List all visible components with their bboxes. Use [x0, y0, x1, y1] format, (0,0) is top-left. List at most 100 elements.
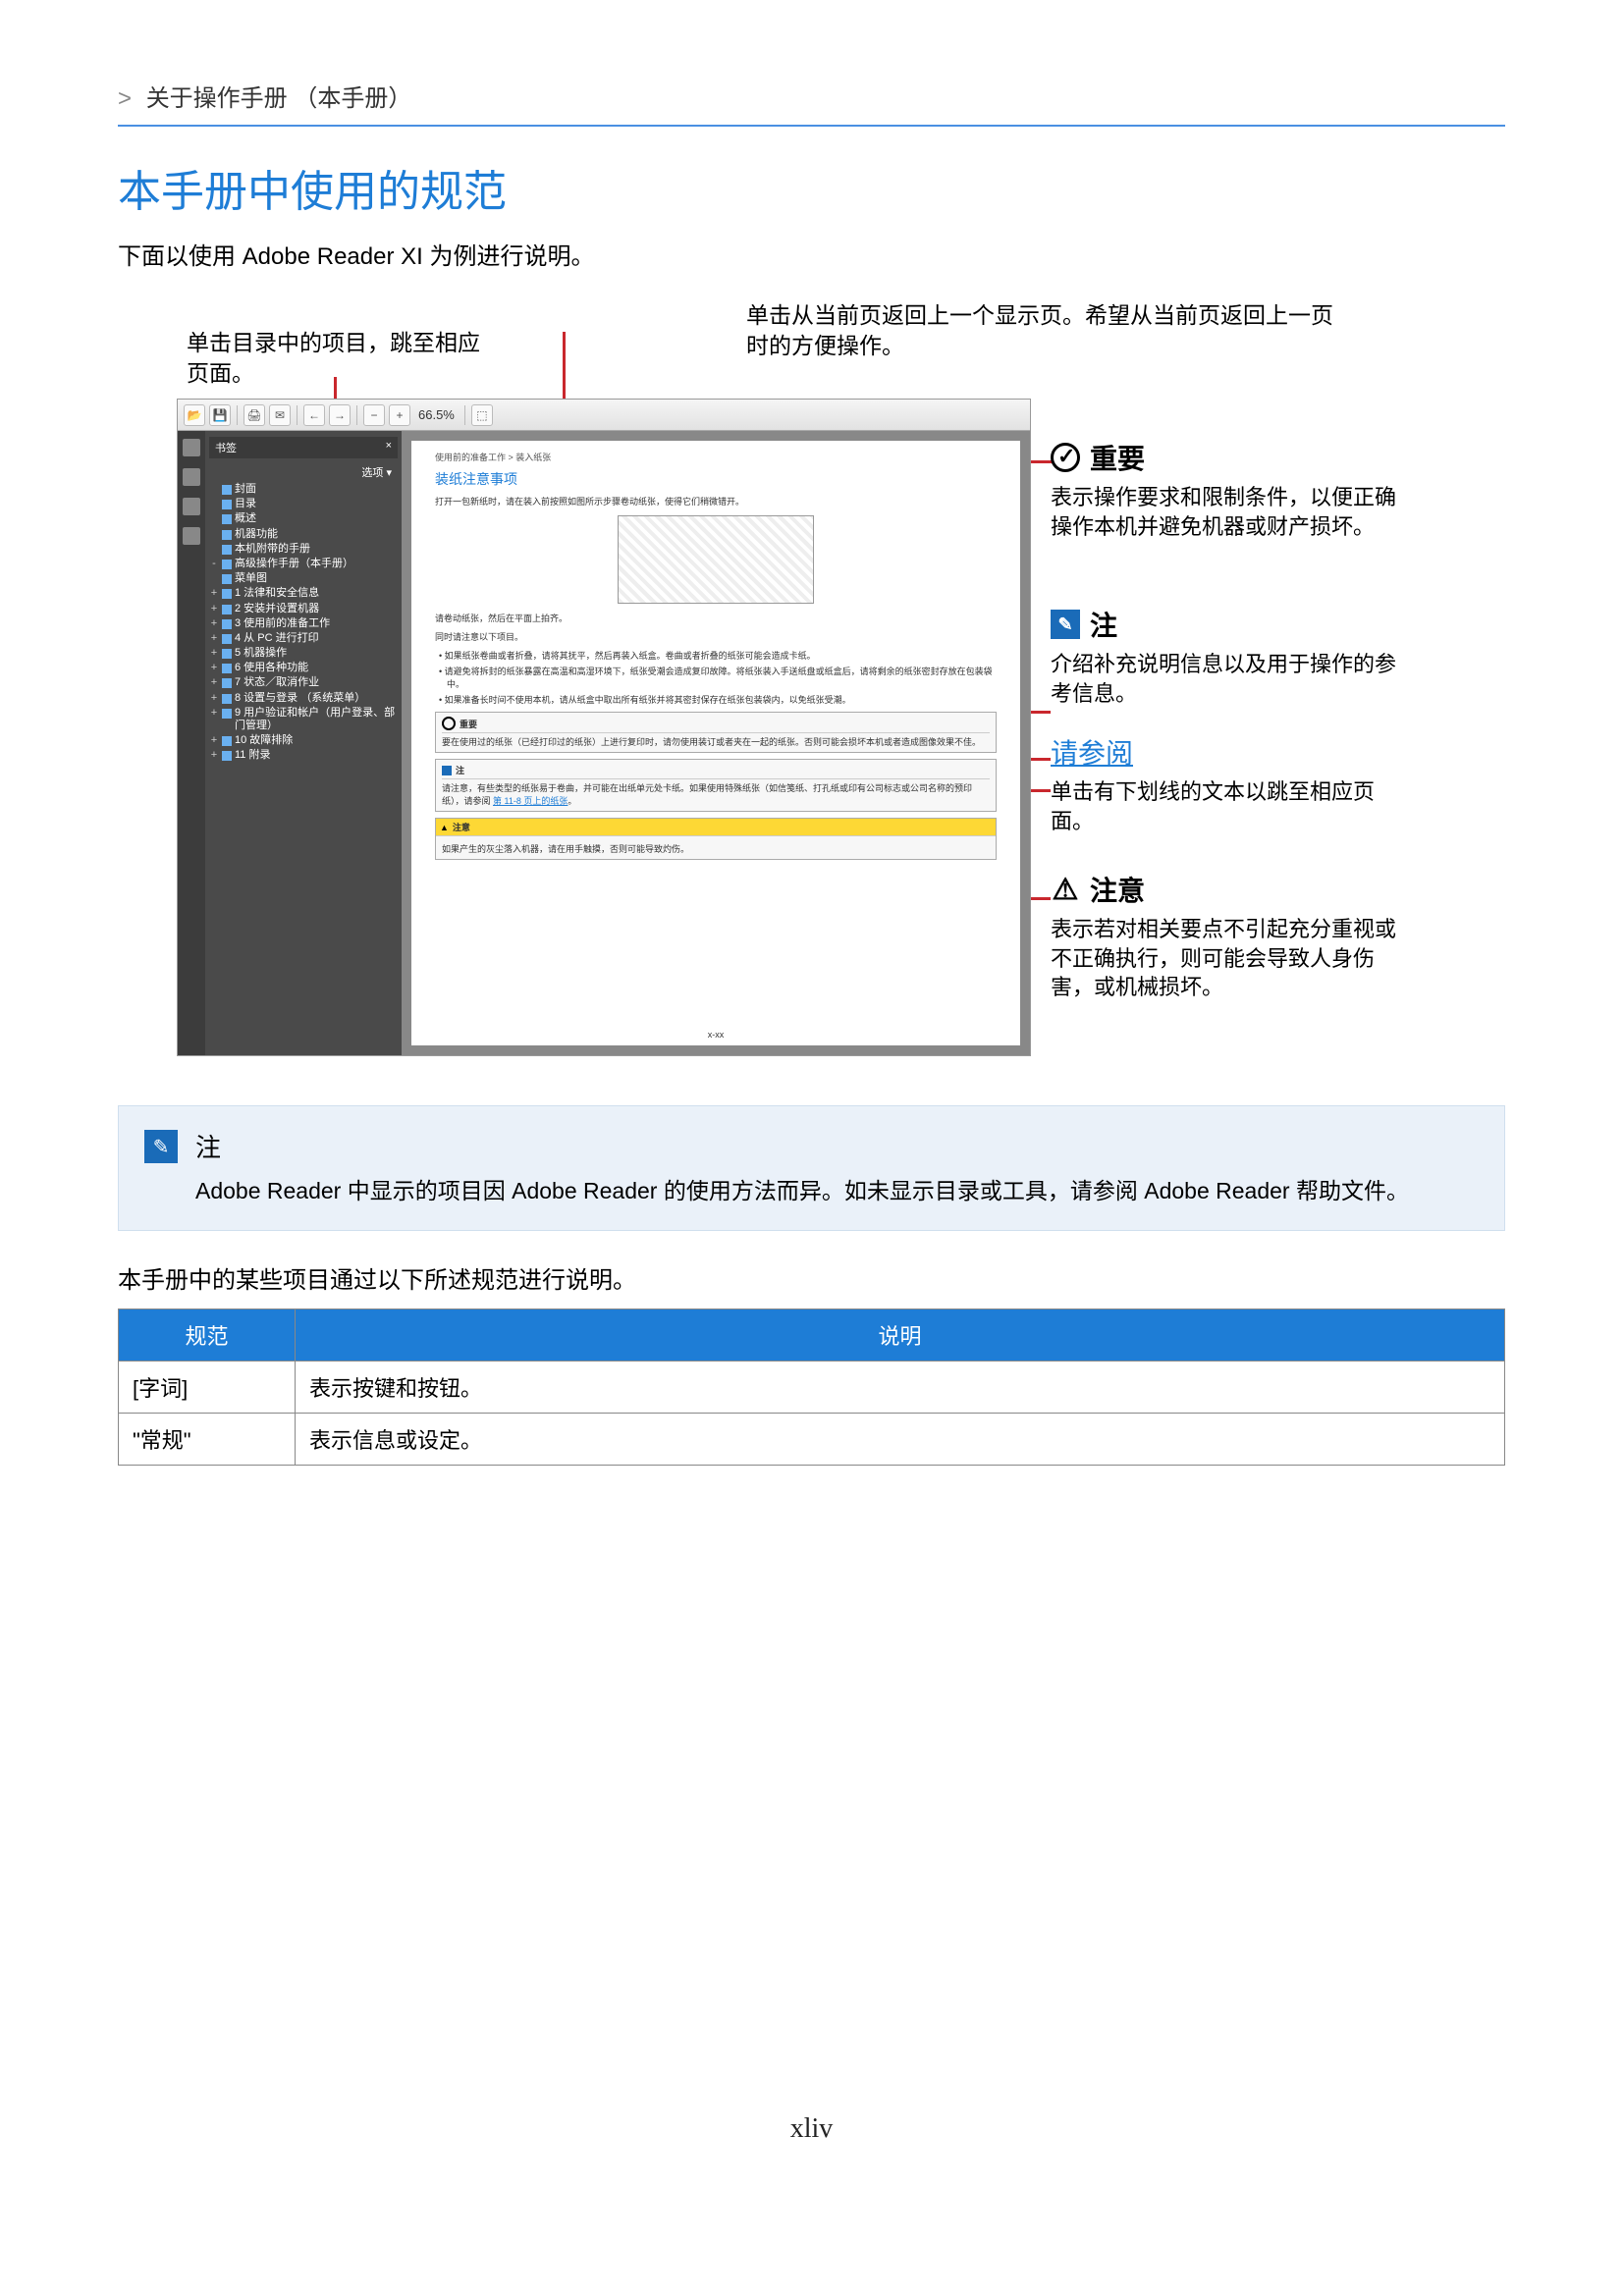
bookmark-item[interactable]: 概述	[209, 511, 398, 526]
table-header-description: 说明	[296, 1308, 1505, 1361]
doc-important-hdr: 重要	[442, 717, 990, 733]
doc-bullet: • 如果准备长时间不使用本机，请从纸盒中取出所有纸张并将其密封保存在纸张包装袋内…	[447, 693, 997, 706]
intro-text: 下面以使用 Adobe Reader XI 为例进行说明。	[118, 237, 1505, 271]
reader-toolbar: 📂 💾 🖨 ✉ ← → − + 66.5% ⬚	[178, 400, 1030, 431]
pointer-line	[563, 332, 566, 404]
table-cell: "常规"	[119, 1413, 296, 1465]
table-row: "常规" 表示信息或设定。	[119, 1413, 1505, 1465]
pages-panel-icon[interactable]	[183, 439, 200, 456]
doc-bullet: • 如果纸张卷曲或者折叠，请将其抚平，然后再装入纸盒。卷曲或者折叠的纸张可能会造…	[447, 649, 997, 662]
anno-important-title: 重要	[1090, 438, 1145, 477]
print-button[interactable]: 🖨	[243, 404, 265, 426]
bookmark-item[interactable]: +2 安装并设置机器	[209, 602, 398, 616]
mail-button[interactable]: ✉	[269, 404, 291, 426]
adobe-reader-window: 📂 💾 🖨 ✉ ← → − + 66.5% ⬚ 书签	[177, 399, 1031, 1056]
anno-caution-title: 注意	[1090, 870, 1145, 909]
bookmark-item[interactable]: +9 用户验证和帐户（用户登录、部门管理）	[209, 706, 398, 733]
doc-small1: 请卷动纸张，然后在平面上拍齐。	[435, 612, 997, 624]
bookmark-item[interactable]: +8 设置与登录 （系统菜单）	[209, 691, 398, 706]
bookmark-item[interactable]: +5 机器操作	[209, 646, 398, 661]
important-icon	[1051, 443, 1080, 472]
side-iconbar	[178, 431, 205, 1055]
doc-sub: 打开一包新纸时，请在装入前按照如图所示步骤卷动纸张，使得它们稍微错开。	[435, 495, 997, 507]
bookmark-item[interactable]: 目录	[209, 497, 398, 511]
doc-note-box: 注 请注意，有些类型的纸张易于卷曲，并可能在出纸单元处卡纸。如果使用特殊纸张（如…	[435, 759, 997, 812]
bookmark-item[interactable]: +7 状态／取消作业	[209, 675, 398, 690]
bookmarks-panel-icon[interactable]	[183, 468, 200, 486]
bookmark-title: 书签	[215, 440, 237, 455]
breadcrumb-text: 关于操作手册 （本手册）	[146, 85, 412, 112]
breadcrumb-caret: >	[118, 85, 132, 112]
diagram: 单击目录中的项目，跳至相应页面。 单击从当前页返回上一个显示页。希望从当前页返回…	[118, 300, 1505, 1066]
doc-caution-box: 注意 如果产生的灰尘落入机器，请在用手触摸，否则可能导致灼伤。	[435, 818, 997, 860]
prev-page-button[interactable]: ←	[303, 404, 325, 426]
page-note-title: 注	[195, 1128, 1409, 1164]
doc-page-number: x-xx	[708, 1030, 725, 1040]
doc-caution-body: 如果产生的灰尘落入机器，请在用手触摸，否则可能导致灼伤。	[436, 838, 996, 859]
reference-link[interactable]: 请参阅	[1051, 732, 1133, 772]
rendered-doc-page: 使用前的准备工作 > 装入纸张 装纸注意事项 打开一包新纸时，请在装入前按照如图…	[411, 441, 1020, 1045]
bookmark-item[interactable]: -高级操作手册（本手册）	[209, 557, 398, 571]
open-file-button[interactable]: 📂	[184, 404, 205, 426]
page-note-box: ✎ 注 Adobe Reader 中显示的项目因 Adobe Reader 的使…	[118, 1105, 1505, 1231]
anno-note: ✎ 注 介绍补充说明信息以及用于操作的参考信息。	[1051, 605, 1404, 708]
note-icon: ✎	[1051, 610, 1080, 639]
anno-note-desc: 介绍补充说明信息以及用于操作的参考信息。	[1051, 650, 1404, 708]
note-icon: ✎	[144, 1130, 178, 1163]
anno-caution-desc: 表示若对相关要点不引起充分重视或不正确执行，则可能会导致人身伤害，或机械损坏。	[1051, 915, 1404, 1002]
bookmark-panel: 书签 × 选项 ▾ 封面目录概述机器功能本机附带的手册-高级操作手册（本手册）菜…	[205, 431, 402, 1055]
anno-reference: 请参阅 单击有下划线的文本以跳至相应页面。	[1051, 732, 1404, 835]
content-pane: 使用前的准备工作 > 装入纸张 装纸注意事项 打开一包新纸时，请在装入前按照如图…	[402, 431, 1030, 1055]
table-intro: 本手册中的某些项目通过以下所述规范进行说明。	[118, 1260, 1505, 1295]
bookmark-item[interactable]: 菜单图	[209, 571, 398, 586]
doc-important-box: 重要 要在使用过的纸张（已经打印过的纸张）上进行复印时，请勿使用装订或者夹在一起…	[435, 712, 997, 753]
bookmark-item[interactable]: 本机附带的手册	[209, 542, 398, 557]
doc-small2: 同时请注意以下项目。	[435, 630, 997, 643]
bookmark-close-icon[interactable]: ×	[386, 440, 392, 455]
doc-important-body: 要在使用过的纸张（已经打印过的纸张）上进行复印时，请勿使用装订或者夹在一起的纸张…	[442, 735, 990, 748]
page-title: 本手册中使用的规范	[118, 156, 1505, 219]
conventions-table: 规范 说明 [字词] 表示按键和按钮。 "常规" 表示信息或设定。	[118, 1308, 1505, 1466]
bookmark-item[interactable]: 机器功能	[209, 527, 398, 542]
table-cell: [字词]	[119, 1361, 296, 1413]
anno-reference-desc: 单击有下划线的文本以跳至相应页面。	[1051, 777, 1404, 835]
next-page-button[interactable]: →	[329, 404, 351, 426]
bookmark-item[interactable]: 封面	[209, 482, 398, 497]
bookmark-item[interactable]: +10 故障排除	[209, 733, 398, 748]
anno-important-desc: 表示操作要求和限制条件，以便正确操作本机并避免机器或财产损坏。	[1051, 483, 1404, 541]
doc-caution-hdr: 注意	[436, 819, 996, 836]
anno-important: 重要 表示操作要求和限制条件，以便正确操作本机并避免机器或财产损坏。	[1051, 438, 1404, 541]
anno-note-title: 注	[1090, 605, 1117, 644]
bookmark-item[interactable]: +6 使用各种功能	[209, 661, 398, 675]
bookmark-header: 书签 ×	[209, 437, 398, 458]
page-number: xliv	[118, 2113, 1505, 2145]
anno-caution: ⚠ 注意 表示若对相关要点不引起充分重视或不正确执行，则可能会导致人身伤害，或机械…	[1051, 870, 1404, 1002]
callout-back-page: 单击从当前页返回上一个显示页。希望从当前页返回上一页时的方便操作。	[746, 300, 1355, 361]
breadcrumb: > 关于操作手册 （本手册）	[118, 79, 1505, 127]
bookmark-item[interactable]: +3 使用前的准备工作	[209, 616, 398, 631]
paper-fan-illustration	[618, 515, 814, 604]
bookmark-item[interactable]: +1 法律和安全信息	[209, 586, 398, 601]
bookmark-options[interactable]: 选项 ▾	[209, 462, 398, 482]
doc-section-title: 装纸注意事项	[435, 469, 997, 489]
zoom-out-button[interactable]: −	[363, 404, 385, 426]
page-note-body: Adobe Reader 中显示的项目因 Adobe Reader 的使用方法而…	[195, 1174, 1409, 1208]
bookmark-item[interactable]: +11 附录	[209, 748, 398, 763]
attachments-icon[interactable]	[183, 527, 200, 545]
signatures-icon[interactable]	[183, 498, 200, 515]
doc-reference-link[interactable]: 第 11-8 页上的纸张	[493, 796, 568, 806]
doc-note-hdr: 注	[442, 764, 990, 779]
doc-bullet: • 请避免将拆封的纸张暴露在高温和高湿环境下，纸张受潮会造成复印故障。将纸张装入…	[447, 665, 997, 690]
doc-breadcrumb: 使用前的准备工作 > 装入纸张	[435, 451, 997, 463]
bookmark-item[interactable]: +4 从 PC 进行打印	[209, 631, 398, 646]
doc-note-body: 请注意，有些类型的纸张易于卷曲，并可能在出纸单元处卡纸。如果使用特殊纸张（如信笺…	[442, 781, 990, 807]
tools-button[interactable]: ⬚	[471, 404, 493, 426]
table-cell: 表示信息或设定。	[296, 1413, 1505, 1465]
caution-icon: ⚠	[1051, 875, 1080, 904]
table-cell: 表示按键和按钮。	[296, 1361, 1505, 1413]
zoom-in-button[interactable]: +	[389, 404, 410, 426]
table-row: [字词] 表示按键和按钮。	[119, 1361, 1505, 1413]
save-button[interactable]: 💾	[209, 404, 231, 426]
table-header-convention: 规范	[119, 1308, 296, 1361]
zoom-level: 66.5%	[414, 407, 459, 422]
